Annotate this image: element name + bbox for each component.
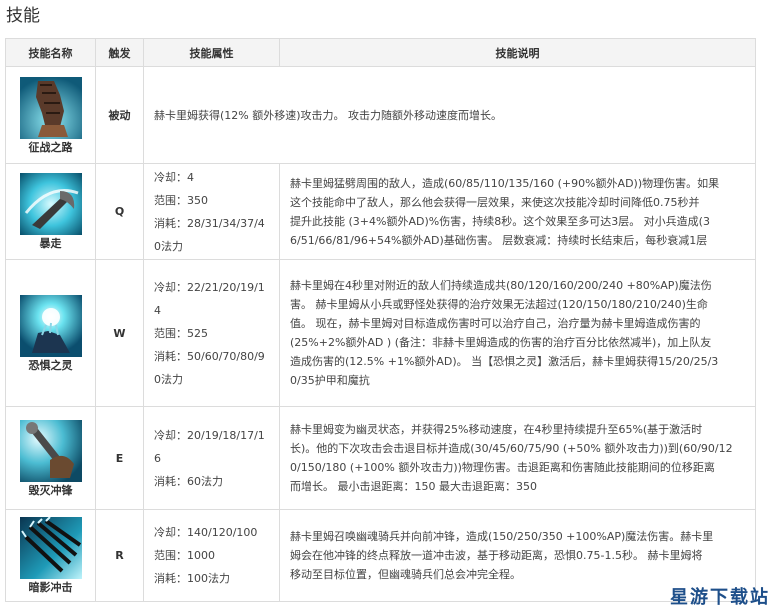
attr-line: 消耗：100法力 bbox=[154, 572, 230, 585]
site-watermark: 星游下载站 bbox=[670, 587, 770, 608]
skill-row-w: 恐惧之灵 W 冷却：22/21/20/19/1 4 范围：525 消耗：50/6… bbox=[5, 259, 756, 407]
skill-row-r: 暗影冲击 R 冷却：140/120/100 范围：1000 消耗：100法力 赫… bbox=[5, 509, 756, 602]
skill-row-passive: 征战之路 被动 赫卡里姆获得(12% 额外移速)攻击力。 攻击力随额外移动速度而… bbox=[5, 66, 756, 164]
lance-charge-icon bbox=[19, 419, 82, 482]
desc-line: 移动至目标位置，但幽魂骑兵们总会冲完全程。 bbox=[290, 568, 521, 581]
skill-desc: 赫卡里姆获得(12% 额外移速)攻击力。 攻击力随额外移动速度而增长。 bbox=[143, 66, 756, 164]
armored-arm-icon bbox=[19, 76, 82, 139]
skill-name: 暗影冲击 bbox=[28, 581, 73, 594]
attr-line: 0法力 bbox=[154, 372, 183, 386]
desc-line: 提升此技能 (3+4%额外AD)%伤害，持续8秒。这个效果至多可达3层。 对小兵… bbox=[290, 214, 710, 228]
desc-line: 0/150/180 (+100% 额外攻击力))物理伤害。击退距离和伤害随此技能… bbox=[290, 461, 715, 474]
skill-key: W bbox=[95, 259, 144, 407]
skill-row-q: 暴走 Q 冷却：4 范围：350 消耗：28/31/34/37/4 0法力 赫卡… bbox=[5, 163, 756, 260]
skill-name: 暴走 bbox=[39, 237, 62, 250]
table-header-row: 技能名称 触发 技能属性 技能说明 bbox=[5, 38, 756, 67]
desc-line: 6/51/66/81/96+54%额外AD)基础伤害。 层数衰减：持续时长结束后… bbox=[290, 233, 708, 247]
desc-line: 这个技能命中了敌人，那么他会获得一层效果，来使这次技能冷却时间降低0.75秒并 bbox=[290, 195, 700, 209]
attr-line: 消耗：50/60/70/80/9 bbox=[154, 349, 265, 363]
attr-line: 冷却：140/120/100 bbox=[154, 526, 258, 539]
skill-key: E bbox=[95, 406, 144, 510]
attr-line: 消耗：60法力 bbox=[154, 474, 223, 488]
desc-line: 0/35护甲和魔抗 bbox=[290, 374, 370, 387]
skill-desc: 赫卡里姆变为幽灵状态，并获得25%移动速度，在4秒里持续提升至65%(基于激活时… bbox=[279, 406, 756, 510]
skill-name-cell: 暗影冲击 bbox=[5, 509, 96, 602]
desc-line: 害。 赫卡里姆从小兵或野怪处获得的治疗效果无法超过(120/150/180/21… bbox=[290, 298, 708, 311]
desc-line: 姆会在他冲锋的终点释放一道冲击波，基于移动距离，恐惧0.75-1.5秒。 赫卡里… bbox=[290, 549, 703, 562]
skill-name: 征战之路 bbox=[28, 140, 73, 154]
skill-key: Q bbox=[95, 163, 144, 260]
desc-line: 赫卡里姆召唤幽魂骑兵并向前冲锋，造成(150/250/350 +100%AP)魔… bbox=[290, 530, 714, 543]
page-title: 技能 bbox=[6, 6, 40, 26]
attr-line: 4 bbox=[154, 303, 161, 317]
col-header-key: 触发 bbox=[95, 38, 144, 67]
spirit-orb-icon bbox=[19, 294, 82, 357]
attr-line: 冷却：4 bbox=[154, 170, 194, 184]
skill-attributes: 冷却：20/19/18/17/1 6 消耗：60法力 bbox=[143, 406, 280, 510]
skill-name-cell: 毁灭冲锋 bbox=[5, 406, 96, 510]
col-header-name: 技能名称 bbox=[5, 38, 96, 67]
desc-line: 而增长。 最小击退距离：150 最大击退距离：350 bbox=[290, 480, 537, 493]
attr-line: 消耗：28/31/34/37/4 bbox=[154, 216, 265, 230]
col-header-attr: 技能属性 bbox=[143, 38, 280, 67]
desc-line: 长)。他的下次攻击会击退目标并造成(30/45/60/75/90 (+50% 额… bbox=[290, 442, 733, 455]
desc-line: 赫卡里姆猛劈周围的敌人，造成(60/85/110/135/160 (+90%额外… bbox=[290, 176, 720, 190]
attr-line: 0法力 bbox=[154, 239, 183, 253]
skill-name-cell: 征战之路 bbox=[5, 66, 96, 164]
desc-line: 赫卡里姆变为幽灵状态，并获得25%移动速度，在4秒里持续提升至65%(基于激活时 bbox=[290, 423, 703, 436]
skill-attributes: 冷却：22/21/20/19/1 4 范围：525 消耗：50/60/70/80… bbox=[143, 259, 280, 407]
attr-line: 冷却：20/19/18/17/1 bbox=[154, 428, 265, 442]
skill-name-cell: 暴走 bbox=[5, 163, 96, 260]
skill-name-cell: 恐惧之灵 bbox=[5, 259, 96, 407]
blade-swing-icon bbox=[19, 173, 82, 235]
skills-table: 技能名称 触发 技能属性 技能说明 征战之路 被动 赫卡里姆获得(12% 额外移… bbox=[5, 38, 756, 602]
skill-key: R bbox=[95, 509, 144, 602]
shadow-riders-icon bbox=[19, 517, 82, 579]
skill-attributes: 冷却：140/120/100 范围：1000 消耗：100法力 bbox=[143, 509, 280, 602]
attr-line: 6 bbox=[154, 451, 161, 465]
desc-line: 赫卡里姆在4秒里对附近的敌人们持续造成共(80/120/160/200/240 … bbox=[290, 279, 712, 292]
skill-desc: 赫卡里姆猛劈周围的敌人，造成(60/85/110/135/160 (+90%额外… bbox=[279, 163, 756, 260]
skill-desc: 赫卡里姆在4秒里对附近的敌人们持续造成共(80/120/160/200/240 … bbox=[279, 259, 756, 407]
col-header-desc: 技能说明 bbox=[279, 38, 756, 67]
skill-name: 恐惧之灵 bbox=[28, 358, 73, 372]
attr-line: 范围：350 bbox=[154, 193, 208, 207]
attr-line: 范围：1000 bbox=[154, 549, 215, 562]
attr-line: 范围：525 bbox=[154, 326, 208, 340]
attr-line: 冷却：22/21/20/19/1 bbox=[154, 280, 265, 294]
skill-row-e: 毁灭冲锋 E 冷却：20/19/18/17/1 6 消耗：60法力 赫卡里姆变为… bbox=[5, 406, 756, 510]
skill-name: 毁灭冲锋 bbox=[28, 483, 73, 497]
skill-key: 被动 bbox=[95, 66, 144, 164]
desc-line: 值。 现在，赫卡里姆对目标造成伤害时可以治疗自己，治疗量为赫卡里姆造成伤害的 bbox=[290, 317, 701, 330]
skill-attributes: 冷却：4 范围：350 消耗：28/31/34/37/4 0法力 bbox=[143, 163, 280, 260]
desc-line: (25%+2%额外AD ) (备注：非赫卡里姆造成的伤害的治疗百分比依然减半)，… bbox=[290, 336, 712, 349]
desc-line: 造成伤害的(12.5% +1%额外AD)。 当【恐惧之灵】激活后，赫卡里姆获得1… bbox=[290, 355, 719, 368]
